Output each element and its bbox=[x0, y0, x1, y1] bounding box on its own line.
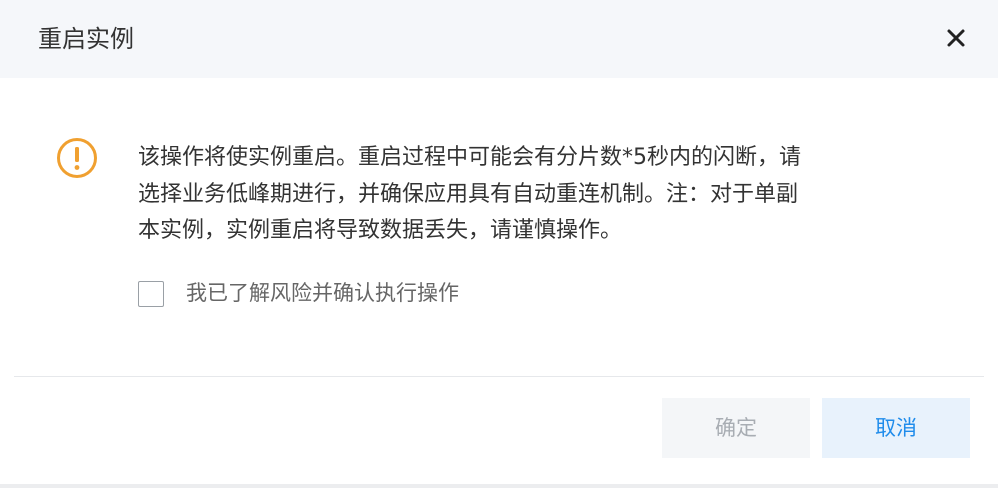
footer-divider bbox=[14, 376, 984, 377]
close-icon bbox=[947, 29, 965, 47]
close-button[interactable] bbox=[938, 20, 974, 56]
risk-confirm-checkbox[interactable] bbox=[138, 281, 164, 307]
warning-message-line: 该操作将使实例重启。重启过程中可能会有分片数*5秒内的闪断，请 bbox=[138, 145, 801, 170]
exclamation-circle-icon bbox=[55, 136, 99, 180]
restart-instance-dialog: 重启实例 该操作将使实例重启。重启过程中可能会有分片数*5秒内的闪断，请 选择业… bbox=[0, 0, 998, 488]
cancel-button[interactable]: 取消 bbox=[822, 398, 970, 458]
risk-confirm-label[interactable]: 我已了解风险并确认执行操作 bbox=[186, 278, 459, 308]
warning-message-line: 选择业务低峰期进行，并确保应用具有自动重连机制。注：对于单副 bbox=[138, 181, 799, 207]
ok-button[interactable]: 确定 bbox=[662, 398, 810, 458]
warning-message: 该操作将使实例重启。重启过程中可能会有分片数*5秒内的闪断，请 选择业务低峰期进… bbox=[138, 140, 928, 250]
dialog-bottom-edge bbox=[0, 484, 998, 488]
dialog-title: 重启实例 bbox=[38, 25, 134, 53]
dialog-header: 重启实例 bbox=[0, 0, 998, 78]
warning-message-line: 本实例，实例重启将导致数据丢失，请谨慎操作。 bbox=[138, 218, 623, 243]
